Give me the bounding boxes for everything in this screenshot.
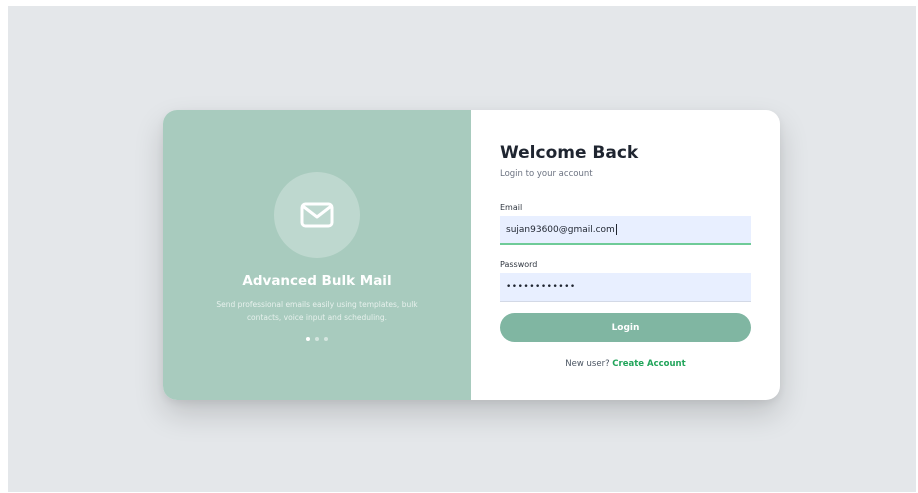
carousel-dot[interactable] (324, 337, 328, 341)
mail-icon (300, 202, 334, 228)
carousel-dot[interactable] (315, 337, 319, 341)
signup-prompt: New user? (565, 359, 610, 369)
mail-icon-badge (274, 172, 360, 258)
email-value: sujan93600@gmail.com (506, 224, 615, 235)
login-button[interactable]: Login (500, 313, 751, 342)
page-background: Advanced Bulk Mail Send professional ema… (8, 6, 916, 492)
password-value: •••••••••••• (506, 282, 576, 292)
hero-description: Send professional emails easily using te… (216, 300, 418, 322)
email-input[interactable]: sujan93600@gmail.com (500, 216, 751, 245)
password-input[interactable]: •••••••••••• (500, 273, 751, 302)
text-caret (615, 224, 617, 235)
create-account-link[interactable]: Create Account (612, 359, 685, 369)
carousel-dots (163, 337, 471, 341)
form-title: Welcome Back (500, 143, 639, 163)
form-subtitle: Login to your account (500, 169, 593, 179)
password-label: Password (500, 260, 538, 269)
carousel-dot[interactable] (306, 337, 310, 341)
login-card: Advanced Bulk Mail Send professional ema… (163, 110, 780, 400)
hero-panel: Advanced Bulk Mail Send professional ema… (163, 110, 471, 400)
email-label: Email (500, 203, 523, 212)
signup-line: New user? Create Account (471, 359, 780, 369)
hero-title: Advanced Bulk Mail (242, 273, 392, 289)
login-form: Welcome Back Login to your account Email… (471, 110, 780, 400)
